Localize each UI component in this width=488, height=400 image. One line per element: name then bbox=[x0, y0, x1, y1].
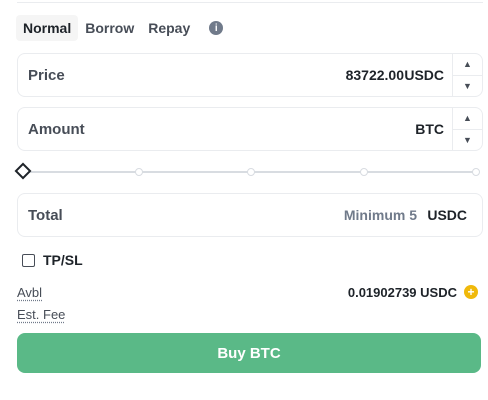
slider-mark-50[interactable] bbox=[247, 168, 255, 176]
tpsl-option[interactable]: TP/SL bbox=[22, 252, 83, 268]
tab-repay[interactable]: Repay bbox=[141, 15, 197, 41]
amount-label: Amount bbox=[28, 120, 85, 138]
amount-stepper: ▲ ▼ bbox=[452, 108, 482, 150]
amount-unit: BTC bbox=[415, 121, 444, 137]
total-placeholder[interactable]: Minimum 5 bbox=[344, 207, 417, 223]
tab-normal[interactable]: Normal bbox=[16, 15, 79, 41]
slider-mark-75[interactable] bbox=[360, 168, 368, 176]
amount-field[interactable]: Amount BTC ▲ ▼ bbox=[17, 107, 483, 151]
plus-circle-icon[interactable]: + bbox=[464, 285, 478, 299]
available-value: 0.01902739 USDC bbox=[347, 284, 457, 300]
available-row: Avbl 0.01902739 USDC + bbox=[17, 283, 483, 301]
est-fee-row: Est. Fee bbox=[17, 305, 483, 323]
buy-button[interactable]: Buy BTC bbox=[17, 333, 481, 373]
info-icon[interactable]: i bbox=[209, 21, 224, 35]
total-field[interactable]: Total Minimum 5 USDC bbox=[17, 193, 483, 237]
caret-down-icon[interactable]: ▼ bbox=[453, 128, 482, 151]
caret-up-icon[interactable]: ▲ bbox=[453, 108, 482, 129]
price-unit: USDC bbox=[404, 67, 444, 83]
price-value[interactable]: 83722.00 bbox=[346, 67, 404, 83]
slider-mark-25[interactable] bbox=[135, 168, 143, 176]
price-field[interactable]: Price 83722.00 USDC ▲ ▼ bbox=[17, 53, 483, 97]
amount-slider[interactable] bbox=[14, 162, 481, 180]
caret-down-icon[interactable]: ▼ bbox=[453, 74, 482, 97]
total-label: Total bbox=[28, 206, 63, 224]
top-divider bbox=[17, 2, 483, 3]
caret-up-icon[interactable]: ▲ bbox=[453, 54, 482, 75]
tab-borrow[interactable]: Borrow bbox=[78, 15, 141, 41]
order-type-tabs: Normal Borrow Repay i bbox=[16, 15, 224, 41]
total-unit: USDC bbox=[427, 207, 467, 223]
price-label: Price bbox=[28, 66, 65, 84]
slider-mark-100[interactable] bbox=[472, 168, 480, 176]
tpsl-checkbox[interactable] bbox=[22, 253, 35, 267]
est-fee-label[interactable]: Est. Fee bbox=[17, 307, 65, 322]
price-stepper: ▲ ▼ bbox=[452, 54, 482, 96]
slider-handle[interactable] bbox=[14, 162, 32, 180]
available-label: Avbl bbox=[17, 284, 43, 300]
tpsl-label[interactable]: TP/SL bbox=[43, 252, 83, 268]
